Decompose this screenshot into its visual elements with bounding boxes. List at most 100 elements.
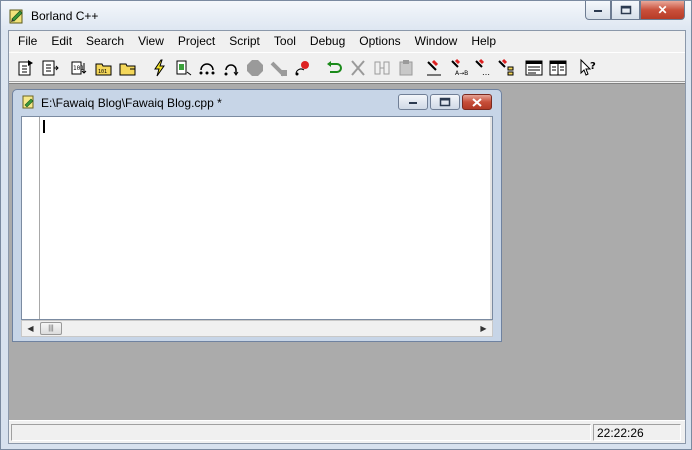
undo-icon — [327, 61, 342, 73]
help-pointer-icon: ? — [580, 58, 596, 76]
step-over-button[interactable] — [196, 57, 218, 79]
open-file-icon — [18, 60, 33, 76]
menu-search[interactable]: Search — [79, 31, 131, 51]
copy-button[interactable] — [371, 57, 393, 79]
browse-button[interactable] — [495, 57, 517, 79]
code-editor[interactable] — [21, 116, 493, 320]
paste-button[interactable] — [395, 57, 417, 79]
stop-icon — [247, 60, 263, 76]
svg-text:?: ? — [590, 61, 596, 72]
toolbar: 101 101 A→B … ? — [9, 52, 685, 82]
pause-icon — [270, 61, 287, 77]
svg-text:101: 101 — [98, 69, 107, 75]
find-next-button[interactable]: … — [471, 57, 493, 79]
browse-icon — [498, 58, 514, 76]
lightning-run-icon — [154, 59, 165, 77]
minimize-button[interactable] — [585, 1, 611, 20]
project-open-icon: 101 — [71, 61, 87, 75]
window-list-icon — [525, 60, 543, 76]
compile-icon — [176, 60, 192, 76]
caption-buttons: ✕ — [585, 1, 685, 21]
breakpoint-button[interactable] — [292, 57, 314, 79]
editor-child-window[interactable]: E:\Fawaiq Blog\Fawaiq Blog.cpp * ◀ ||| ▶ — [12, 89, 502, 342]
scroll-right-button[interactable]: ▶ — [475, 321, 492, 336]
horizontal-scrollbar[interactable]: ◀ ||| ▶ — [21, 320, 493, 337]
source-file-icon[interactable] — [21, 94, 37, 110]
breakpoint-icon — [295, 61, 309, 76]
close-icon: ✕ — [657, 3, 668, 17]
svg-text:A→B: A→B — [455, 70, 468, 77]
find-icon — [427, 59, 441, 76]
app-window: Borland C++ ✕ File Edit Search View Proj… — [0, 0, 692, 450]
scroll-thumb[interactable]: ||| — [40, 322, 62, 335]
trace-into-icon — [224, 64, 239, 76]
save-file-icon — [42, 60, 59, 76]
save-file-button[interactable] — [39, 57, 61, 79]
text-caret — [43, 120, 45, 133]
minimize-icon — [409, 102, 417, 104]
child-caption-buttons — [398, 94, 492, 110]
step-over-icon — [199, 63, 215, 75]
trace-into-button[interactable] — [220, 57, 242, 79]
menu-bar: File Edit Search View Project Script Too… — [9, 31, 685, 51]
maximize-button[interactable] — [611, 1, 640, 20]
status-bar: 22:22:26 — [9, 420, 685, 443]
close-icon — [472, 97, 482, 107]
mdi-workspace[interactable]: E:\Fawaiq Blog\Fawaiq Blog.cpp * ◀ ||| ▶ — [9, 83, 685, 420]
child-close-button[interactable] — [462, 94, 492, 110]
grip-icon: ||| — [48, 325, 54, 332]
restore-icon — [620, 5, 631, 15]
client-area: File Edit Search View Project Script Too… — [8, 30, 686, 444]
editor-gutter[interactable] — [22, 117, 40, 319]
status-time: 22:22:26 — [597, 426, 644, 440]
project-add-button[interactable]: 101 — [93, 57, 115, 79]
minimize-icon — [594, 10, 602, 12]
maximize-icon — [439, 97, 451, 107]
paste-icon — [399, 60, 413, 76]
compile-button[interactable] — [172, 57, 194, 79]
menu-debug[interactable]: Debug — [303, 31, 352, 51]
copy-icon — [374, 61, 390, 75]
menu-view[interactable]: View — [131, 31, 171, 51]
split-window-button[interactable] — [547, 57, 569, 79]
menu-project[interactable]: Project — [171, 31, 222, 51]
menu-help[interactable]: Help — [464, 31, 503, 51]
child-window-title: E:\Fawaiq Blog\Fawaiq Blog.cpp * — [41, 96, 222, 110]
stop-button[interactable] — [244, 57, 266, 79]
close-button[interactable]: ✕ — [640, 1, 685, 20]
vertical-scrollbar[interactable] — [490, 117, 492, 319]
menu-options[interactable]: Options — [352, 31, 407, 51]
svg-text:…: … — [482, 68, 490, 77]
window-title: Borland C++ — [31, 9, 99, 23]
split-window-icon — [549, 60, 567, 76]
find-next-icon: … — [475, 58, 490, 77]
menu-tool[interactable]: Tool — [267, 31, 303, 51]
window-list-button[interactable] — [523, 57, 545, 79]
help-pointer-button[interactable]: ? — [577, 57, 599, 79]
scroll-left-button[interactable]: ◀ — [22, 321, 39, 336]
project-remove-icon — [119, 63, 136, 76]
child-maximize-button[interactable] — [430, 94, 460, 110]
child-minimize-button[interactable] — [398, 94, 428, 110]
chevron-left-icon: ◀ — [27, 324, 34, 333]
menu-script[interactable]: Script — [222, 31, 267, 51]
find-button[interactable] — [423, 57, 445, 79]
menu-window[interactable]: Window — [408, 31, 465, 51]
project-remove-button[interactable] — [117, 57, 139, 79]
menu-edit[interactable]: Edit — [44, 31, 79, 51]
open-file-button[interactable] — [15, 57, 37, 79]
undo-button[interactable] — [323, 57, 345, 79]
replace-icon: A→B — [451, 58, 468, 77]
title-bar[interactable]: Borland C++ ✕ — [1, 1, 691, 31]
cut-button[interactable] — [347, 57, 369, 79]
cut-icon — [351, 60, 365, 76]
menu-file[interactable]: File — [11, 31, 44, 51]
borland-app-icon[interactable] — [8, 7, 26, 25]
project-open-button[interactable]: 101 — [69, 57, 91, 79]
replace-button[interactable]: A→B — [447, 57, 469, 79]
pause-button[interactable] — [268, 57, 290, 79]
chevron-right-icon: ▶ — [480, 324, 487, 333]
project-add-icon: 101 — [95, 63, 112, 76]
run-button[interactable] — [149, 57, 171, 79]
status-message-panel — [11, 424, 591, 441]
